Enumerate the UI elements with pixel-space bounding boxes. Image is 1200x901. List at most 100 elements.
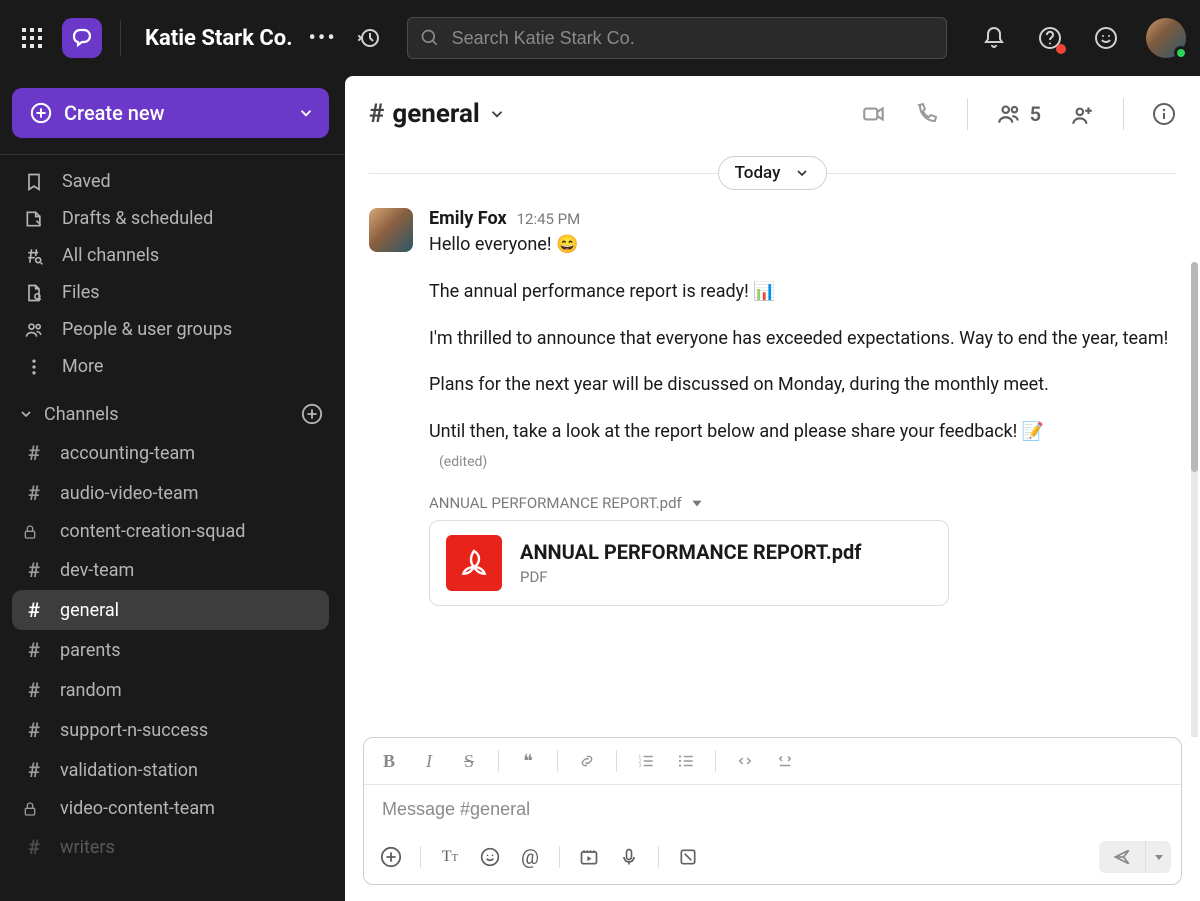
attachment-card[interactable]: ANNUAL PERFORMANCE REPORT.pdf PDF: [429, 520, 949, 606]
member-count-button[interactable]: 5: [996, 101, 1041, 127]
channel-item-accounting-team[interactable]: #accounting-team: [12, 433, 329, 473]
channels-section-label: Channels: [44, 404, 119, 425]
channel-item-audio-video-team[interactable]: # audio-video-team: [12, 473, 329, 513]
message-author[interactable]: Emily Fox: [429, 208, 507, 229]
record-video-button[interactable]: [572, 840, 606, 874]
channel-name-label: writers: [60, 837, 115, 858]
svg-text:3: 3: [639, 763, 642, 769]
message-scroll-area[interactable]: Today Emily Fox 12:45 PM Hello everyone!…: [345, 152, 1200, 737]
channel-list: #accounting-team#audio-video-teamcontent…: [12, 433, 329, 867]
channel-name-label: support-n-success: [60, 720, 208, 741]
message-paragraph: I'm thrilled to announce that everyone h…: [429, 325, 1176, 354]
divider: [120, 20, 121, 56]
app-logo[interactable]: [62, 18, 102, 58]
bold-button[interactable]: B: [372, 744, 406, 778]
chevron-down-icon: [18, 406, 34, 422]
video-call-button[interactable]: [861, 101, 887, 127]
channel-item-dev-team[interactable]: #dev-team: [12, 550, 329, 590]
record-audio-button[interactable]: [612, 840, 646, 874]
link-button[interactable]: [570, 744, 604, 778]
help-button[interactable]: [1034, 22, 1066, 54]
history-button[interactable]: [353, 22, 385, 54]
divider: [658, 846, 659, 868]
sidebar-item-people[interactable]: People & user groups: [12, 311, 329, 348]
channel-item-random[interactable]: #random: [12, 670, 329, 710]
channel-item-video-content-team[interactable]: video-content-team: [12, 790, 329, 827]
day-separator-button[interactable]: Today: [718, 156, 828, 190]
sidebar-item-label: People & user groups: [62, 319, 232, 340]
caret-down-icon: [690, 496, 704, 510]
add-channel-button[interactable]: [301, 403, 323, 425]
notifications-button[interactable]: [978, 22, 1010, 54]
sidebar-item-label: Files: [62, 282, 100, 303]
sidebar-item-more[interactable]: More: [12, 348, 329, 385]
channels-section-header[interactable]: Channels: [12, 385, 329, 433]
sidebar-item-all-channels[interactable]: All channels: [12, 237, 329, 274]
ordered-list-button[interactable]: 123: [629, 744, 663, 778]
lock-icon: [22, 801, 46, 817]
hash-icon: #: [22, 598, 46, 622]
workspace-more-button[interactable]: •••: [307, 22, 339, 54]
channel-name-label: accounting-team: [60, 443, 195, 464]
strikethrough-button[interactable]: S: [452, 744, 486, 778]
message-avatar[interactable]: [369, 208, 413, 252]
channel-name-label: validation-station: [60, 760, 198, 781]
divider: [420, 846, 421, 868]
code-button[interactable]: [728, 744, 762, 778]
channel-item-parents[interactable]: #parents: [12, 630, 329, 670]
divider: [967, 98, 968, 130]
scrollbar[interactable]: [1191, 262, 1198, 737]
voice-call-button[interactable]: [915, 102, 939, 126]
format-toolbar: B I S ❝ 123: [364, 738, 1181, 785]
add-member-button[interactable]: [1069, 101, 1095, 127]
search-icon: [420, 28, 440, 48]
day-separator: Today: [369, 156, 1176, 190]
attachment-header[interactable]: ANNUAL PERFORMANCE REPORT.pdf: [429, 494, 1176, 512]
send-options-button[interactable]: [1145, 841, 1171, 873]
channel-item-validation-station[interactable]: #validation-station: [12, 750, 329, 790]
sidebar-item-label: All channels: [62, 245, 159, 266]
scrollbar-thumb[interactable]: [1191, 262, 1198, 472]
emoji-status-button[interactable]: [1090, 22, 1122, 54]
sidebar-item-files[interactable]: Files: [12, 274, 329, 311]
text-format-toggle-button[interactable]: TT: [433, 840, 467, 874]
channel-item-content-creation-squad[interactable]: content-creation-squad: [12, 513, 329, 550]
shortcuts-button[interactable]: [671, 840, 705, 874]
composer-input[interactable]: [382, 799, 1163, 820]
message: Emily Fox 12:45 PM Hello everyone! 😄 The…: [369, 208, 1176, 606]
channel-item-general[interactable]: # general: [12, 590, 329, 630]
user-avatar[interactable]: [1146, 18, 1186, 58]
sidebar-item-saved[interactable]: Saved: [12, 163, 329, 200]
mention-button[interactable]: @: [513, 840, 547, 874]
channel-name-label: random: [60, 680, 122, 701]
channel-name-label: parents: [60, 640, 121, 661]
search-box[interactable]: [407, 17, 947, 59]
channel-name-label: audio-video-team: [60, 483, 199, 504]
emoji-button[interactable]: [473, 840, 507, 874]
composer-actions: TT @: [364, 834, 1181, 884]
search-input[interactable]: [452, 28, 934, 49]
quote-button[interactable]: ❝: [511, 744, 545, 778]
apps-grid-button[interactable]: [16, 22, 48, 54]
help-badge: [1056, 44, 1066, 54]
channel-info-button[interactable]: [1152, 102, 1176, 126]
channel-name-label: dev-team: [60, 560, 134, 581]
send-button[interactable]: [1099, 841, 1145, 873]
channel-name-label: video-content-team: [60, 798, 215, 819]
italic-button[interactable]: I: [412, 744, 446, 778]
channel-title-button[interactable]: # general: [369, 99, 506, 129]
member-count-value: 5: [1030, 102, 1041, 126]
attach-button[interactable]: [374, 840, 408, 874]
more-vertical-icon: [22, 357, 46, 377]
message-time: 12:45 PM: [517, 210, 581, 228]
bullet-list-button[interactable]: [669, 744, 703, 778]
hash-icon: #: [22, 481, 46, 505]
channel-item-support-n-success[interactable]: #support-n-success: [12, 710, 329, 750]
channel-name-label: general: [60, 600, 119, 621]
sidebar-item-drafts[interactable]: Drafts & scheduled: [12, 200, 329, 237]
codeblock-button[interactable]: [768, 744, 802, 778]
channel-item-writers[interactable]: #writers: [12, 827, 329, 867]
create-new-button[interactable]: Create new: [12, 88, 329, 138]
pdf-icon: [446, 535, 502, 591]
chevron-down-icon: [794, 165, 810, 181]
